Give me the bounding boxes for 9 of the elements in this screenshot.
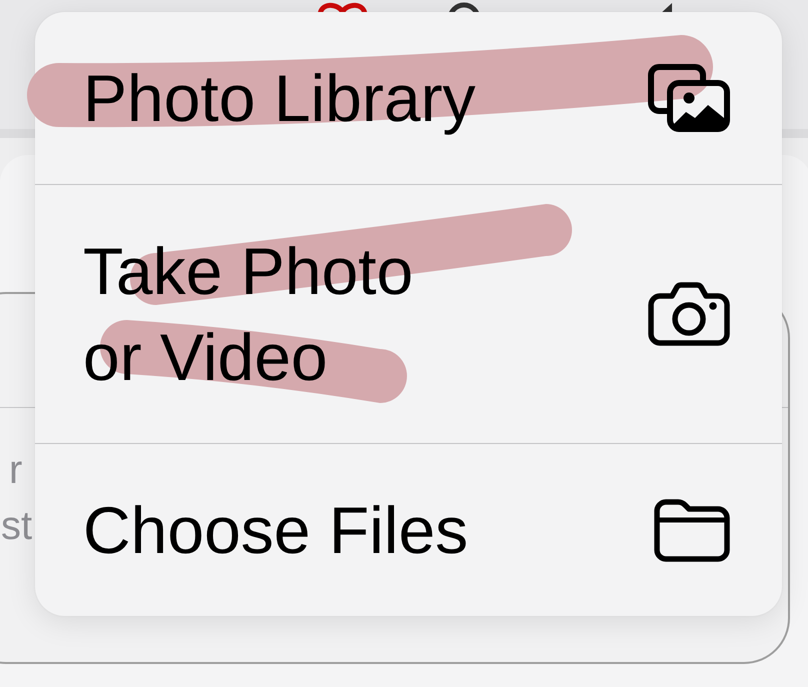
card-text: r	[8, 447, 22, 494]
heart-icon[interactable]	[317, 0, 368, 12]
menu-item[interactable]: Take Photo or Video	[35, 184, 782, 443]
menu-item[interactable]: Choose Files	[35, 443, 782, 616]
folder-icon	[654, 498, 730, 562]
card-text: st	[0, 503, 32, 550]
photos-icon	[648, 64, 730, 132]
menu-item[interactable]: Photo Library	[35, 12, 782, 184]
camera-icon	[648, 282, 730, 346]
